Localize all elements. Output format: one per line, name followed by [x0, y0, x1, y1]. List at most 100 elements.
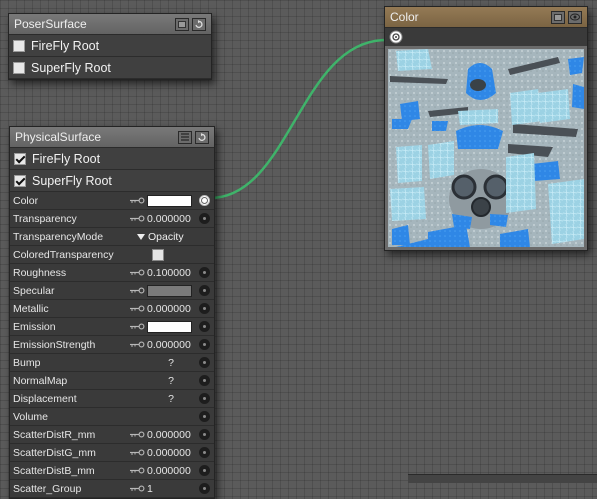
- key-icon: [130, 305, 145, 312]
- property-value[interactable]: 0.000000: [147, 303, 195, 315]
- root-checkbox[interactable]: [14, 174, 26, 187]
- input-socket[interactable]: [199, 483, 210, 494]
- poser-surface-header[interactable]: PoserSurface: [9, 14, 211, 35]
- property-value: ?: [168, 392, 174, 405]
- input-socket[interactable]: [199, 411, 210, 422]
- input-socket[interactable]: [199, 465, 210, 476]
- property-label: NormalMap: [13, 374, 68, 387]
- property-value[interactable]: 0.100000: [147, 267, 195, 279]
- node-menu-button[interactable]: [551, 10, 565, 24]
- input-socket[interactable]: [199, 303, 210, 314]
- key-icon: [130, 467, 145, 474]
- keyframe-icon[interactable]: [127, 323, 147, 330]
- keyframe-icon[interactable]: [127, 269, 147, 276]
- keyframe-icon[interactable]: [127, 449, 147, 456]
- keyframe-icon[interactable]: [127, 287, 147, 294]
- list-icon: [181, 133, 189, 141]
- property-value[interactable]: 0.000000: [147, 447, 195, 459]
- property-row-emissionstrength[interactable]: EmissionStrength 0.000000: [10, 336, 214, 354]
- input-socket[interactable]: [199, 447, 210, 458]
- input-socket[interactable]: [199, 267, 210, 278]
- poser-surface-node[interactable]: PoserSurface FireFly Root SuperFly Root: [8, 13, 212, 80]
- keyframe-icon[interactable]: [127, 305, 147, 312]
- root-row-firefly-root[interactable]: FireFly Root: [9, 35, 211, 57]
- physical-surface-node[interactable]: PhysicalSurface FireFly Root SuperFly Roo…: [9, 126, 215, 499]
- output-socket-icon[interactable]: [389, 30, 403, 44]
- node-title: PhysicalSurface: [15, 130, 102, 144]
- color-node-header[interactable]: Color: [385, 7, 587, 28]
- property-row-color[interactable]: Color: [10, 192, 214, 210]
- property-label: Roughness: [13, 266, 67, 279]
- property-label: Scatter_Group: [13, 482, 82, 495]
- input-socket[interactable]: [199, 321, 210, 332]
- key-icon: [130, 197, 145, 204]
- keyframe-icon[interactable]: [127, 197, 147, 204]
- node-refresh-button[interactable]: [192, 17, 206, 31]
- colored-transparency-checkbox[interactable]: [152, 248, 164, 261]
- property-row-scatterdistb-mm[interactable]: ScatterDistB_mm 0.000000: [10, 462, 214, 480]
- property-row-volume[interactable]: Volume: [10, 408, 214, 426]
- property-value[interactable]: 0.000000: [147, 339, 195, 351]
- keyframe-icon[interactable]: [127, 341, 147, 348]
- property-row-scatter-group[interactable]: Scatter_Group 1: [10, 480, 214, 498]
- color-swatch[interactable]: [147, 320, 192, 333]
- root-checkbox[interactable]: [13, 61, 25, 74]
- transparency-mode-dropdown[interactable]: Opacity: [137, 231, 184, 243]
- square-icon: [178, 20, 186, 28]
- color-swatch[interactable]: [147, 194, 192, 207]
- key-icon: [130, 215, 145, 222]
- property-row-transparency[interactable]: Transparency 0.000000: [10, 210, 214, 228]
- property-label: Volume: [13, 410, 49, 423]
- physical-surface-header[interactable]: PhysicalSurface: [10, 127, 214, 148]
- keyframe-icon[interactable]: [127, 431, 147, 438]
- property-row-metallic[interactable]: Metallic 0.000000: [10, 300, 214, 318]
- preview-toggle-button[interactable]: [568, 10, 582, 24]
- node-menu-button[interactable]: [178, 130, 192, 144]
- input-socket[interactable]: [199, 339, 210, 350]
- property-row-specular[interactable]: Specular: [10, 282, 214, 300]
- property-row-roughness[interactable]: Roughness 0.100000: [10, 264, 214, 282]
- root-row-superfly-root[interactable]: SuperFly Root: [9, 57, 211, 79]
- property-row-scatterdistr-mm[interactable]: ScatterDistR_mm 0.000000: [10, 426, 214, 444]
- property-row-scatterdistg-mm[interactable]: ScatterDistG_mm 0.000000: [10, 444, 214, 462]
- input-socket[interactable]: [199, 375, 210, 386]
- property-row-emission[interactable]: Emission: [10, 318, 214, 336]
- key-icon: [130, 269, 145, 276]
- property-value[interactable]: 0.000000: [147, 429, 195, 441]
- input-socket[interactable]: [199, 195, 210, 206]
- property-row-normalmap[interactable]: NormalMap?: [10, 372, 214, 390]
- property-label: ScatterDistR_mm: [13, 428, 96, 441]
- property-label: TransparencyMode: [13, 230, 104, 243]
- eye-icon: [570, 13, 580, 21]
- property-row-transparencymode[interactable]: TransparencyMode Opacity: [10, 228, 214, 246]
- key-icon: [130, 485, 145, 492]
- property-row-displacement[interactable]: Displacement?: [10, 390, 214, 408]
- property-value[interactable]: 0.000000: [147, 465, 195, 477]
- root-checkbox[interactable]: [14, 152, 26, 165]
- input-socket[interactable]: [199, 429, 210, 440]
- texture-preview: [388, 49, 584, 247]
- property-row-bump[interactable]: Bump?: [10, 354, 214, 372]
- color-image-node[interactable]: Color: [384, 6, 588, 251]
- input-socket[interactable]: [199, 285, 210, 296]
- property-value: ?: [168, 374, 174, 387]
- node-menu-button[interactable]: [175, 17, 189, 31]
- property-row-coloredtransparency[interactable]: ColoredTransparency: [10, 246, 214, 264]
- root-row-superfly-root[interactable]: SuperFly Root: [10, 170, 214, 192]
- root-label: FireFly Root: [32, 151, 101, 166]
- node-title: Color: [390, 10, 419, 24]
- input-socket[interactable]: [199, 393, 210, 404]
- keyframe-icon[interactable]: [127, 215, 147, 222]
- root-row-firefly-root[interactable]: FireFly Root: [10, 148, 214, 170]
- color-swatch[interactable]: [147, 284, 192, 297]
- property-label: Metallic: [13, 302, 49, 315]
- keyframe-icon[interactable]: [127, 485, 147, 492]
- property-value[interactable]: 1: [147, 483, 195, 495]
- input-socket[interactable]: [199, 213, 210, 224]
- key-icon: [130, 449, 145, 456]
- node-refresh-button[interactable]: [195, 130, 209, 144]
- keyframe-icon[interactable]: [127, 467, 147, 474]
- root-checkbox[interactable]: [13, 39, 25, 52]
- property-value[interactable]: 0.000000: [147, 213, 195, 225]
- input-socket[interactable]: [199, 357, 210, 368]
